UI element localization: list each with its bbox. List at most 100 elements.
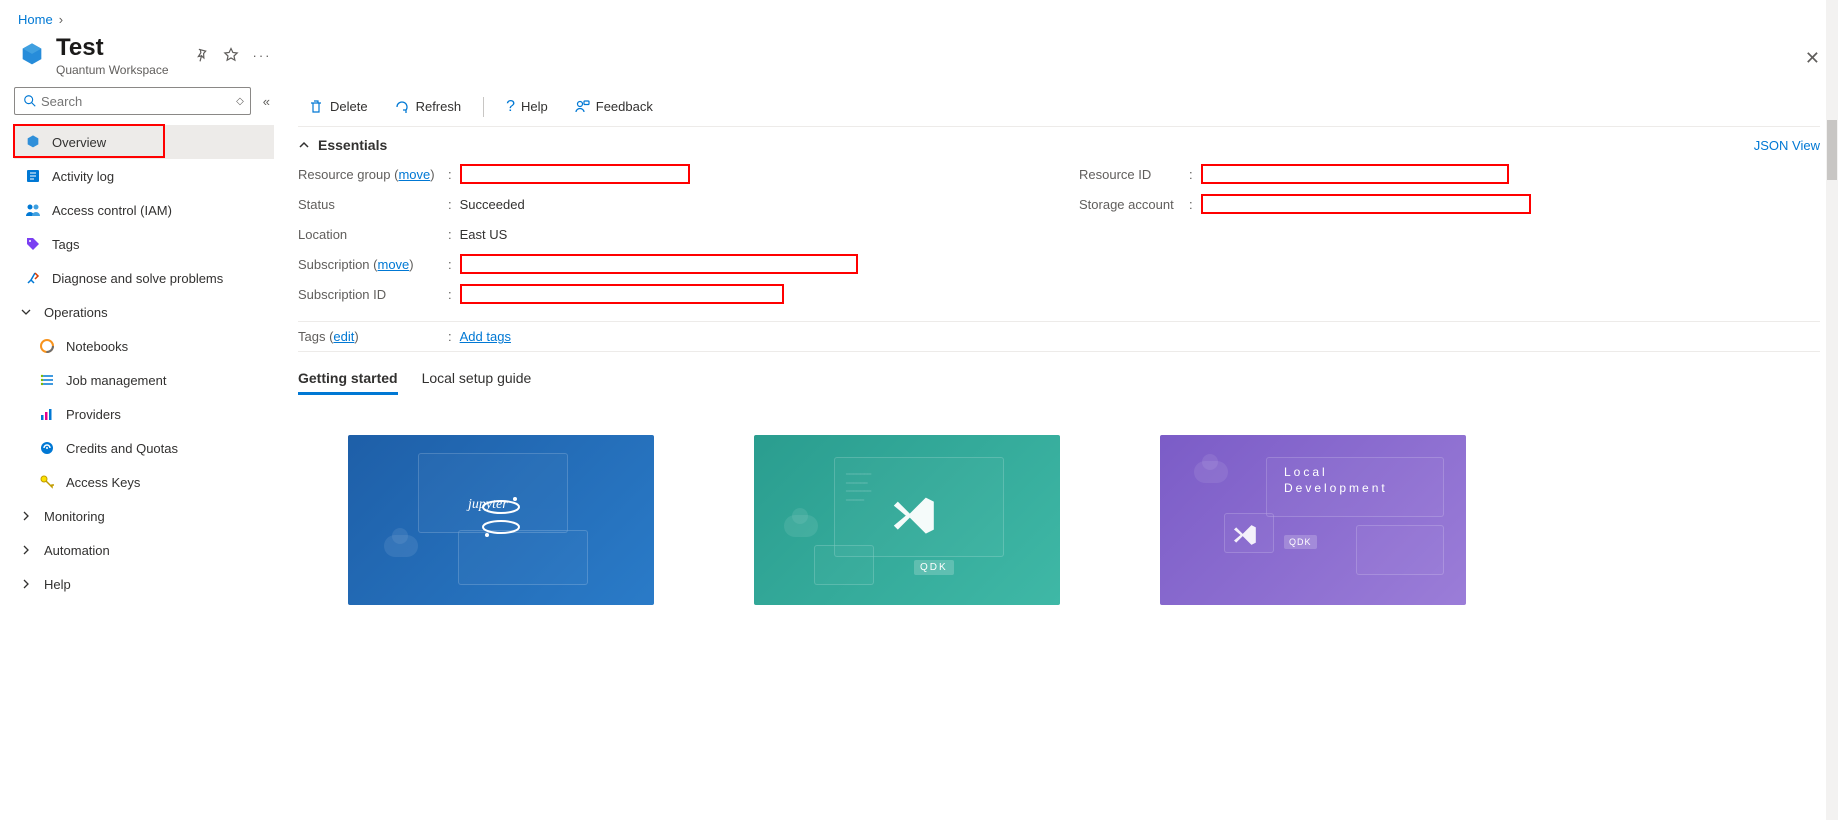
status-value: Succeeded [460, 197, 525, 212]
card-vscode[interactable]: ═════════════════════════ QDK [754, 435, 1060, 605]
breadcrumb: Home › [0, 0, 1838, 35]
sidebar-label: Operations [44, 305, 108, 320]
chevron-right-icon [20, 544, 34, 556]
card-row: jupyter ═════════════════════════ QDK [298, 405, 1820, 605]
sidebar-label: Tags [52, 237, 79, 252]
sidebar-label: Monitoring [44, 509, 105, 524]
refresh-button[interactable]: Refresh [384, 91, 472, 123]
toolbar: Delete Refresh ? Help Feedback [298, 87, 1820, 127]
search-box[interactable]: ◇ [14, 87, 251, 115]
sidebar-item-overview[interactable]: Overview [14, 125, 274, 159]
sidebar-label: Credits and Quotas [66, 441, 178, 456]
sidebar-label: Access Keys [66, 475, 140, 490]
prop-label-location: Location [298, 227, 448, 242]
page-title: Test [56, 35, 169, 61]
prop-label-subscription-id: Subscription ID [298, 287, 448, 302]
toolbar-separator [483, 97, 484, 117]
notebooks-icon [38, 337, 56, 355]
tab-getting-started[interactable]: Getting started [298, 370, 398, 395]
breadcrumb-home[interactable]: Home [18, 12, 53, 27]
essentials-grid: Resource group (move) : Status : Succeed… [298, 159, 1820, 322]
delete-icon [308, 99, 324, 115]
sidebar-item-credits[interactable]: Credits and Quotas [14, 431, 274, 465]
location-value: East US [460, 227, 508, 242]
search-input[interactable] [41, 94, 234, 109]
card-label: Local [1284, 465, 1328, 479]
sidebar-group-help[interactable]: Help [14, 567, 274, 601]
activity-log-icon [24, 167, 42, 185]
diagnose-icon [24, 269, 42, 287]
quantum-workspace-icon [18, 41, 46, 69]
scrollbar-thumb[interactable] [1827, 120, 1837, 180]
credits-icon [38, 439, 56, 457]
sidebar-label: Overview [52, 135, 106, 150]
vscode-icon [894, 494, 938, 538]
sidebar-item-providers[interactable]: Providers [14, 397, 274, 431]
close-icon[interactable]: ✕ [1805, 48, 1820, 69]
delete-button[interactable]: Delete [298, 91, 378, 123]
move-link[interactable]: move [378, 257, 410, 272]
toolbar-label: Delete [330, 99, 368, 114]
storage-account-value-redacted [1201, 194, 1531, 214]
card-label: Development [1284, 481, 1388, 495]
sidebar-item-access-control[interactable]: Access control (IAM) [14, 193, 274, 227]
sidebar-label: Help [44, 577, 71, 592]
sidebar-group-automation[interactable]: Automation [14, 533, 274, 567]
sidebar-group-operations[interactable]: Operations [14, 295, 274, 329]
toolbar-label: Refresh [416, 99, 462, 114]
sort-icon[interactable]: ◇ [234, 96, 246, 107]
overview-icon [24, 133, 42, 151]
subscription-value-redacted [460, 254, 858, 274]
move-link[interactable]: move [398, 167, 430, 182]
tags-icon [24, 235, 42, 253]
sidebar-label: Notebooks [66, 339, 128, 354]
jupyter-icon [471, 487, 531, 547]
card-label: QDK [1284, 535, 1317, 549]
prop-label-subscription: Subscription (move) [298, 257, 448, 272]
sidebar-label: Job management [66, 373, 166, 388]
prop-label-resource-group: Resource group (move) [298, 167, 448, 182]
feedback-button[interactable]: Feedback [564, 91, 663, 123]
access-control-icon [24, 201, 42, 219]
scrollbar[interactable] [1826, 0, 1838, 820]
chevron-down-icon [20, 306, 34, 318]
main-content: Delete Refresh ? Help Feedback Essential… [280, 87, 1838, 605]
sidebar-item-activity-log[interactable]: Activity log [14, 159, 274, 193]
pin-icon[interactable] [193, 47, 209, 63]
tab-local-setup[interactable]: Local setup guide [422, 370, 532, 395]
json-view-link[interactable]: JSON View [1754, 138, 1820, 153]
collapse-sidebar-icon[interactable]: « [259, 94, 274, 109]
sidebar-label: Providers [66, 407, 121, 422]
tabs: Getting started Local setup guide [298, 352, 1820, 405]
toolbar-label: Feedback [596, 99, 653, 114]
sidebar-item-job-management[interactable]: Job management [14, 363, 274, 397]
help-icon: ? [506, 98, 515, 116]
sidebar-item-diagnose[interactable]: Diagnose and solve problems [14, 261, 274, 295]
subscription-id-value-redacted [460, 284, 784, 304]
card-jupyter[interactable]: jupyter [348, 435, 654, 605]
access-keys-icon [38, 473, 56, 491]
page-header: Test Quantum Workspace ··· [0, 35, 1838, 87]
chevron-right-icon: › [59, 12, 63, 27]
edit-tags-link[interactable]: edit [333, 329, 354, 344]
sidebar-item-tags[interactable]: Tags [14, 227, 274, 261]
vscode-icon [1234, 523, 1258, 547]
sidebar-item-access-keys[interactable]: Access Keys [14, 465, 274, 499]
sidebar-item-notebooks[interactable]: Notebooks [14, 329, 274, 363]
card-label: jupyter [468, 497, 508, 513]
card-local-dev[interactable]: Local Development QDK [1160, 435, 1466, 605]
card-label: QDK [914, 560, 954, 575]
add-tags-link[interactable]: Add tags [460, 329, 511, 344]
essentials-title: Essentials [318, 137, 387, 153]
feedback-icon [574, 99, 590, 115]
star-icon[interactable] [223, 47, 239, 63]
more-icon[interactable]: ··· [253, 48, 272, 63]
chevron-up-icon [298, 139, 310, 151]
sidebar: ◇ « Overview Activity log Access control… [0, 87, 280, 605]
job-management-icon [38, 371, 56, 389]
resource-group-value-redacted [460, 164, 690, 184]
sidebar-group-monitoring[interactable]: Monitoring [14, 499, 274, 533]
toolbar-label: Help [521, 99, 548, 114]
help-button[interactable]: ? Help [496, 91, 558, 123]
essentials-toggle[interactable]: Essentials [298, 137, 387, 153]
